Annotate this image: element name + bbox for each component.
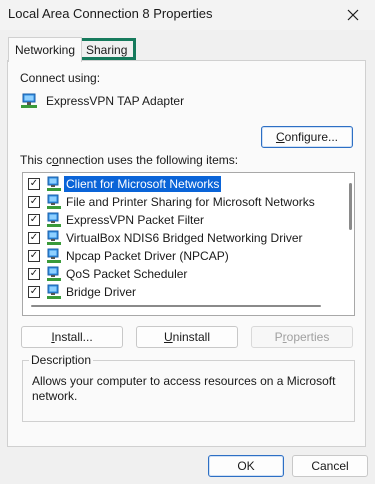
item-checkbox[interactable]: ✓ xyxy=(28,286,40,298)
item-checkbox[interactable]: ✓ xyxy=(28,178,40,190)
description-legend: Description xyxy=(29,353,94,367)
item-checkbox[interactable]: ✓ xyxy=(28,196,40,208)
configure-button[interactable]: Configure... xyxy=(261,126,353,148)
title-bar: Local Area Connection 8 Properties xyxy=(0,0,375,30)
item-label: Client for Microsoft Networks xyxy=(64,176,222,192)
network-component-icon xyxy=(47,284,61,299)
item-checkbox[interactable]: ✓ xyxy=(28,250,40,262)
close-icon xyxy=(347,9,359,21)
network-adapter-icon xyxy=(21,93,37,108)
item-label: VirtualBox NDIS6 Bridged Networking Driv… xyxy=(66,231,303,245)
item-label: Bridge Driver xyxy=(66,285,137,299)
properties-button[interactable]: Pr operties xyxy=(251,326,353,348)
item-label: ExpressVPN Packet Filter xyxy=(66,213,205,227)
network-component-icon xyxy=(47,176,61,191)
description-text: Allows your computer to access resources… xyxy=(32,374,336,403)
item-label: Npcap Packet Driver (NPCAP) xyxy=(66,249,229,263)
install-button[interactable]: Install... xyxy=(21,326,123,348)
list-item[interactable]: ✓ Npcap Packet Driver (NPCAP) xyxy=(28,247,231,265)
list-item[interactable]: ✓ Client for Microsoft Networks xyxy=(28,175,222,193)
network-component-icon xyxy=(47,194,61,209)
item-checkbox[interactable]: ✓ xyxy=(28,232,40,244)
items-label: This connection uses the following items… xyxy=(20,153,239,167)
cancel-button[interactable]: Cancel xyxy=(292,455,368,477)
tab-strip: Networking Sharing xyxy=(6,37,366,62)
horizontal-scrollbar[interactable] xyxy=(31,305,321,307)
network-component-icon xyxy=(47,248,61,263)
tab-networking[interactable]: Networking xyxy=(8,37,83,62)
list-item[interactable]: ✓ ExpressVPN Packet Filter xyxy=(28,211,206,229)
tab-sharing[interactable]: Sharing xyxy=(77,38,137,60)
list-item[interactable]: ✓ VirtualBox NDIS6 Bridged Networking Dr… xyxy=(28,229,305,247)
adapter-name: ExpressVPN TAP Adapter xyxy=(46,94,185,108)
items-list[interactable]: ✓ Client for Microsoft Networks ✓ File a… xyxy=(22,172,355,316)
network-component-icon xyxy=(47,230,61,245)
list-item[interactable]: ✓ Bridge Driver xyxy=(28,283,138,301)
item-checkbox[interactable]: ✓ xyxy=(28,214,40,226)
close-button[interactable] xyxy=(331,0,375,30)
network-component-icon xyxy=(47,266,61,281)
uninstall-button[interactable]: Uninstall xyxy=(136,326,238,348)
list-item[interactable]: ✓ QoS Packet Scheduler xyxy=(28,265,189,283)
list-item[interactable]: ✓ File and Printer Sharing for Microsoft… xyxy=(28,193,317,211)
item-checkbox[interactable]: ✓ xyxy=(28,268,40,280)
connect-using-label: Connect using: xyxy=(20,71,101,85)
network-component-icon xyxy=(47,212,61,227)
window-title: Local Area Connection 8 Properties xyxy=(8,6,213,21)
vertical-scrollbar[interactable] xyxy=(349,183,352,230)
adapter-row: ExpressVPN TAP Adapter xyxy=(20,93,184,109)
ok-button[interactable]: OK xyxy=(208,455,284,477)
item-label: QoS Packet Scheduler xyxy=(66,267,188,281)
item-label: File and Printer Sharing for Microsoft N… xyxy=(66,195,315,209)
